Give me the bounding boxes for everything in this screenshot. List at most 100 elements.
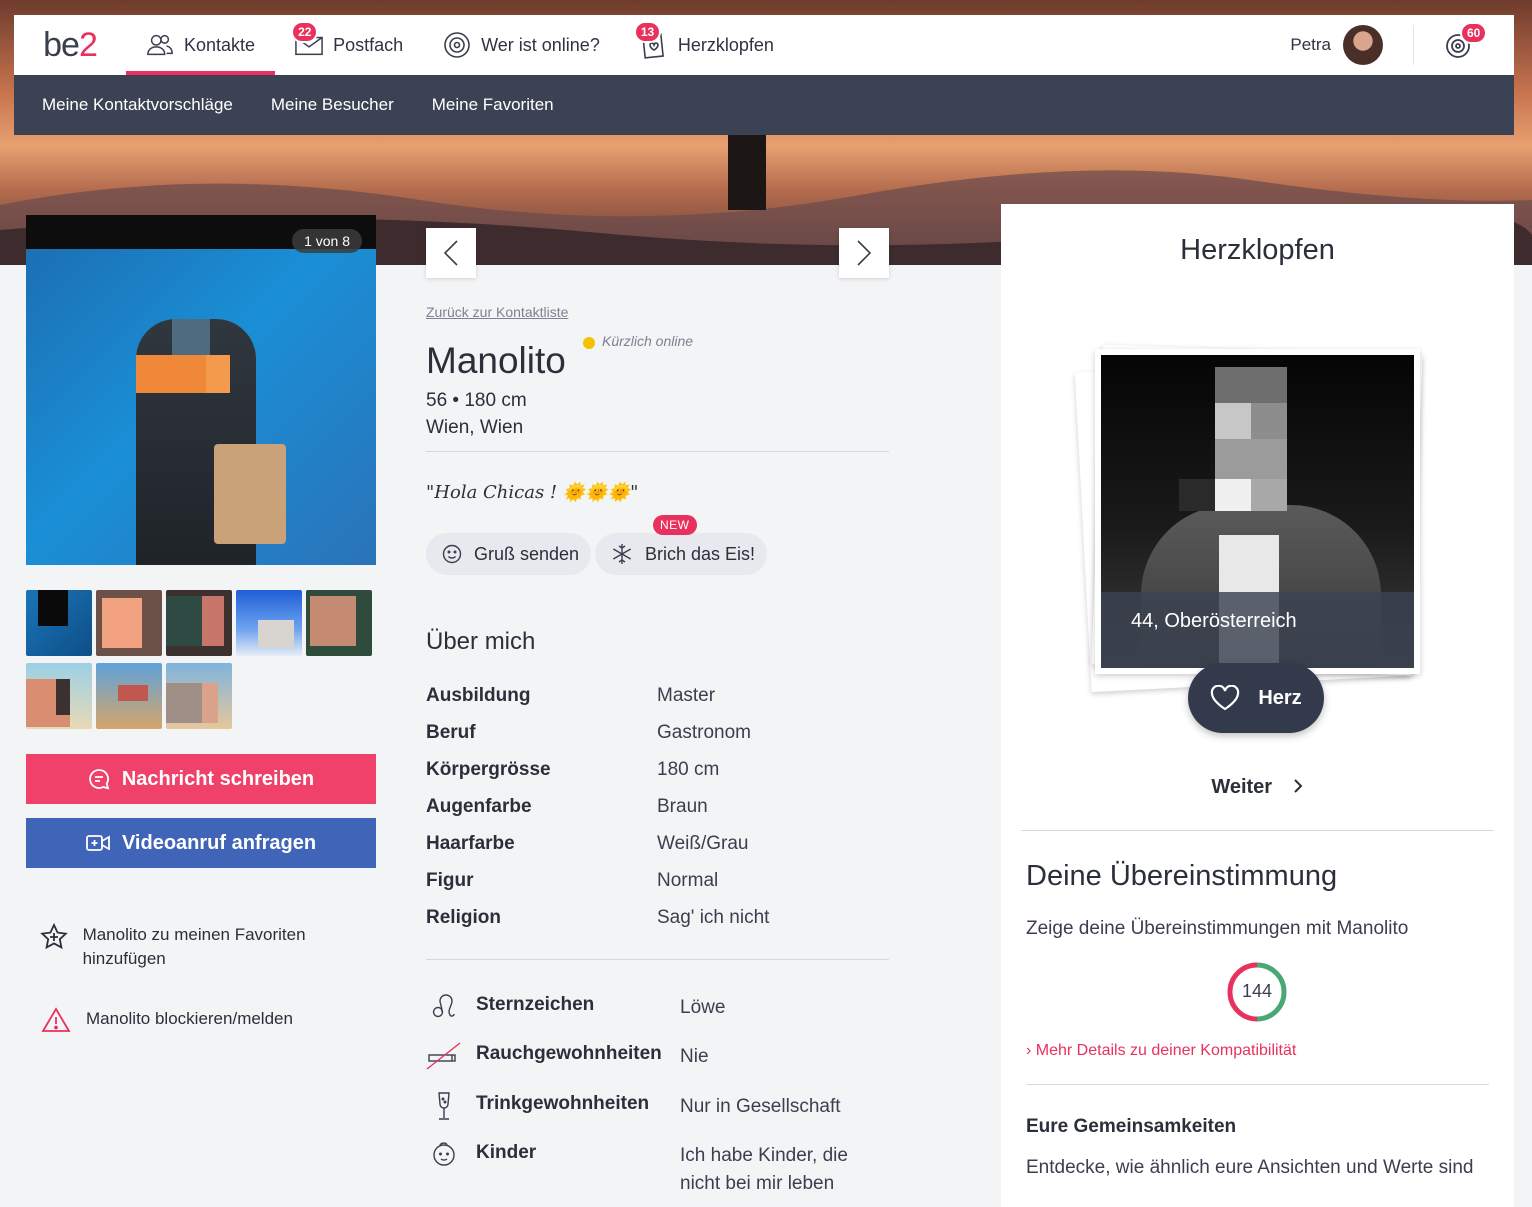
video-call-button[interactable]: Videoanruf anfragen [26, 818, 376, 868]
nav-item-label: Kontakte [184, 34, 256, 55]
heart-button[interactable]: Herz [1188, 663, 1324, 733]
chat-bubble-icon [88, 768, 110, 790]
profile-location: Wien, Wien [426, 417, 524, 438]
lifestyle-value: Nie [680, 1046, 709, 1067]
divider [426, 959, 889, 960]
video-call-label: Videoanruf anfragen [121, 831, 317, 854]
back-to-contacts-link[interactable]: Zurück zur Kontaktliste [426, 304, 568, 320]
pixelated-face [1215, 367, 1287, 403]
wine-glass-icon [426, 1091, 462, 1121]
sub-navigation: Meine Kontaktvorschläge Meine Besucher M… [14, 75, 1514, 135]
right-panel: Herzklopfen 44, Oberösterreich Herz Weit… [1001, 204, 1514, 1207]
next-profile-button[interactable] [839, 228, 889, 278]
pixelated-face [1251, 479, 1287, 511]
top-navigation: be 2 Kontakte 22 Postfach Wer ist online?… [14, 15, 1514, 75]
nav-item-postfach[interactable]: 22 Postfach [275, 15, 423, 75]
pixelated-face [1251, 403, 1287, 439]
online-status-text: Kürzlich online [602, 333, 694, 349]
nav-item-label: Wer ist online? [481, 34, 600, 55]
chevron-left-icon [443, 240, 458, 266]
subnav-besucher[interactable]: Meine Besucher [271, 95, 394, 115]
compatibility-details-link[interactable]: › Mehr Details zu deiner Kompatibilität [1026, 1042, 1296, 1060]
icebreaker-button[interactable]: Brich das Eis! [595, 533, 768, 575]
online-status-dot [583, 337, 595, 349]
send-message-label: Nachricht schreiben [121, 767, 315, 790]
divider [1026, 1084, 1489, 1085]
online-icon [443, 31, 471, 59]
send-greeting-label: Gruß senden [474, 543, 580, 564]
photo-counter: 1 von 8 [292, 229, 362, 253]
pixelated-face [1215, 403, 1251, 439]
warning-icon [40, 1007, 72, 1033]
send-greeting-button[interactable]: Gruß senden [426, 533, 592, 575]
attribute-value: Normal [657, 870, 719, 891]
be2-logo[interactable]: be 2 [14, 15, 126, 75]
profile-name: Manolito [426, 340, 566, 381]
attribute-value: Weiß/Grau [657, 833, 749, 854]
lifestyle-value: Löwe [680, 997, 726, 1018]
attribute-label: Haarfarbe [426, 833, 515, 854]
snowflake-icon [611, 543, 633, 565]
pixelated-face [1215, 439, 1287, 479]
contacts-icon [146, 31, 174, 59]
subnav-kontaktvorschlaege[interactable]: Meine Kontaktvorschläge [42, 95, 233, 115]
lifestyle-label: Sternzeichen [476, 994, 595, 1015]
nav-item-label: Postfach [333, 34, 404, 55]
herzklopfen-title: Herzklopfen [1180, 234, 1335, 266]
attribute-value: Sag' ich nicht [657, 907, 770, 928]
pixelated-face [1215, 479, 1251, 511]
photo-thumbnail[interactable] [26, 590, 92, 656]
divider [426, 451, 889, 452]
lifestyle-label: Trinkgewohnheiten [476, 1093, 650, 1114]
match-title: Deine Übereinstimmung [1026, 860, 1338, 892]
pixelated-face [206, 355, 230, 393]
nav-item-kontakte[interactable]: Kontakte [126, 15, 276, 75]
lifestyle-label: Kinder [476, 1142, 537, 1163]
profile-age-height: 56 • 180 cm [426, 390, 527, 411]
main-profile-photo[interactable]: 1 von 8 [26, 215, 376, 565]
divider [1021, 830, 1494, 831]
photo-thumbnail[interactable] [236, 590, 302, 656]
about-me-title: Über mich [426, 628, 536, 655]
online-status: Kürzlich online [583, 333, 693, 349]
attribute-value: Braun [657, 796, 708, 817]
heart-button-label: Herz [1258, 686, 1302, 709]
photo-thumbnail[interactable] [306, 590, 372, 656]
smiley-icon [442, 544, 462, 564]
new-badge: NEW [653, 515, 697, 535]
next-card-button[interactable]: Weiter [1001, 776, 1514, 799]
logo-accent: 2 [78, 25, 98, 64]
send-message-button[interactable]: Nachricht schreiben [26, 754, 376, 804]
photo-thumbnail[interactable] [96, 663, 162, 729]
notifications-badge: 60 [1460, 22, 1488, 44]
nav-item-herzklopfen[interactable]: 13 Herzklopfen [620, 15, 794, 75]
attribute-value: 180 cm [657, 759, 720, 780]
star-icon [40, 923, 69, 951]
attribute-value: Gastronom [657, 722, 751, 743]
chevron-right-icon: › [1026, 1042, 1032, 1059]
photo-thumbnail[interactable] [166, 663, 232, 729]
photo-thumbnail[interactable] [166, 590, 232, 656]
video-camera-icon [86, 834, 110, 852]
notifications-button[interactable]: 60 [1444, 22, 1488, 60]
add-favorite-action[interactable]: Manolito zu meinen Favoriten hinzufügen [40, 923, 360, 971]
zodiac-leo-icon [426, 992, 462, 1022]
user-name[interactable]: Petra [1290, 35, 1331, 55]
previous-profile-button[interactable] [426, 228, 476, 278]
herzklopfen-badge: 13 [633, 21, 662, 43]
nav-item-wer-ist-online[interactable]: Wer ist online? [423, 15, 620, 75]
user-avatar[interactable] [1343, 25, 1383, 65]
attribute-label: Körpergrösse [426, 759, 551, 780]
lifestyle-value: Ich habe Kinder, die nicht bei mir leben [680, 1145, 848, 1194]
block-report-action[interactable]: Manolito blockieren/melden [40, 1007, 360, 1033]
photo-thumbnail[interactable] [26, 663, 92, 729]
pixelated-face [1179, 479, 1215, 511]
block-report-label: Manolito blockieren/melden [86, 1009, 293, 1028]
photo-thumbnail[interactable] [96, 590, 162, 656]
herzklopfen-card-photo[interactable]: 44, Oberösterreich [1101, 355, 1414, 668]
common-title: Eure Gemeinsamkeiten [1026, 1116, 1237, 1137]
photo-bag [214, 444, 286, 544]
subnav-favoriten[interactable]: Meine Favoriten [432, 95, 554, 115]
add-favorite-label: Manolito zu meinen Favoriten hinzufügen [82, 925, 306, 968]
attribute-label: Ausbildung [426, 685, 531, 706]
